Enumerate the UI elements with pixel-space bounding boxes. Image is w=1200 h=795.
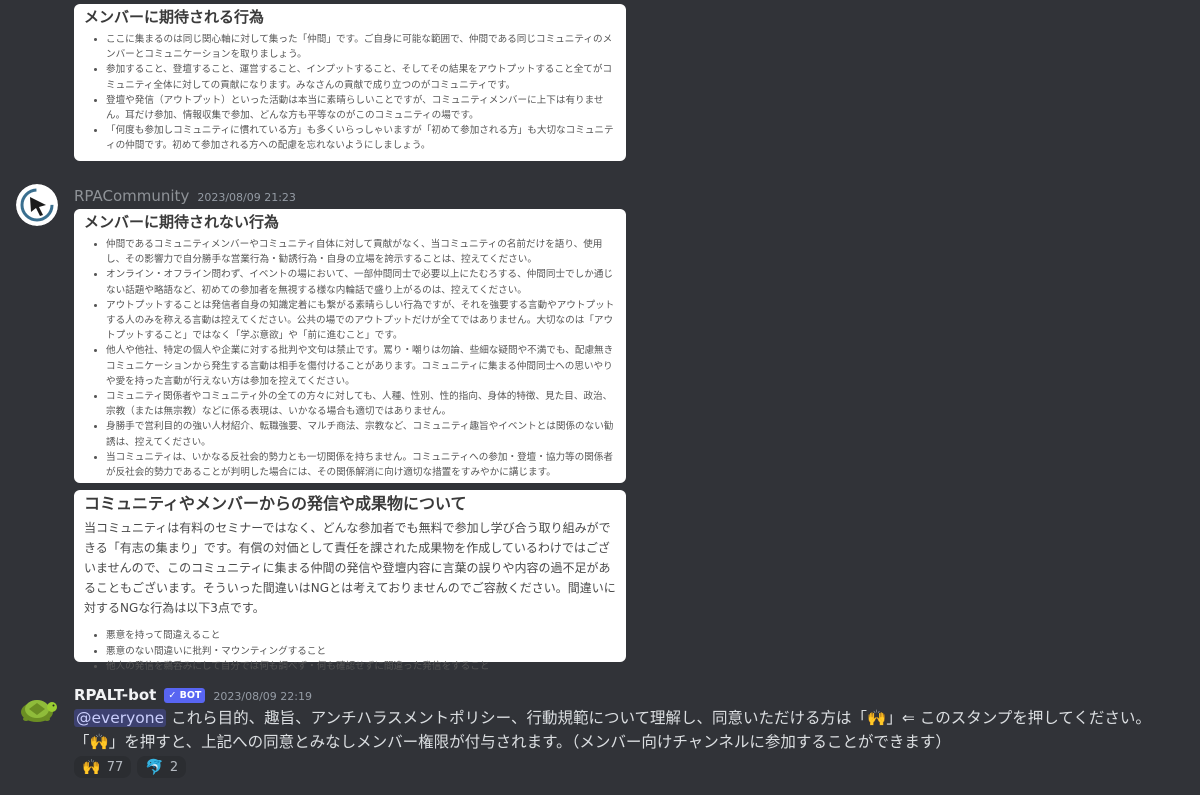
embed-card-unexpected-behavior: メンバーに期待されない行為 仲間であるコミュニティメンバーやコミュニティ自体に対… [74, 209, 626, 483]
list-item: 「何度も参加しコミュニティに慣れている方」も多くいらっしゃいますが「初めて参加さ… [106, 123, 616, 153]
list-item: 他人の発信を鵜呑みにして自分では何も調べず・何も確認せずに間違った発信をすること [106, 659, 616, 675]
message-header: RPALT-bot ✓ BOT 2023/08/09 22:19 [74, 686, 312, 704]
card-list: 悪意を持って間違えること 悪意のない間違いに批判・マウンティングすること 他人の… [84, 628, 616, 675]
list-item: 悪意のない間違いに批判・マウンティングすること [106, 644, 616, 660]
reaction-count: 77 [106, 759, 124, 775]
bot-badge: ✓ BOT [164, 687, 206, 703]
list-item: 当コミュニティは、いかなる反社会的勢力とも一切関係を持ちません。コミュニティへの… [106, 450, 616, 480]
list-item: オンライン・オフライン問わず、イベントの場において、一部仲間同士で必要以上にたむ… [106, 267, 616, 297]
embed-card-outputs: コミュニティやメンバーからの発信や成果物について 当コミュニティは有料のセミナー… [74, 490, 626, 672]
embed-card-expected-behavior: メンバーに期待される行為 ここに集まるのは同じ関心軸に対して集った「仲間」です。… [74, 4, 626, 161]
list-item: 身勝手で営利目的の強い人材紹介、転職強要、マルチ商法、宗教など、コミュニティ趣旨… [106, 419, 616, 449]
reaction-raised-hands[interactable]: 🙌 77 [74, 756, 132, 778]
message-text: これら目的、趣旨、アンチハラスメントポリシー、行動規範について理解し、同意いただ… [74, 709, 1151, 751]
card-title: メンバーに期待されない行為 [84, 213, 280, 231]
everyone-mention[interactable]: @everyone [74, 709, 167, 727]
list-item: 他人や他社、特定の個人や企業に対する批判や文句は禁止です。罵り・嘲りは勿論、些細… [106, 343, 616, 389]
reaction-dolphin[interactable]: 🐬 2 [137, 756, 187, 778]
card-list: ここに集まるのは同じ関心軸に対して集った「仲間」です。ご自身に可能な範囲で、仲間… [84, 32, 616, 154]
list-item: ここに集まるのは同じ関心軸に対して集った「仲間」です。ご自身に可能な範囲で、仲間… [106, 32, 616, 62]
card-body: 当コミュニティは有料のセミナーではなく、どんな参加者でも無料で参加し学び合う取り… [84, 521, 616, 615]
timestamp: 2023/08/09 22:19 [213, 690, 313, 703]
dolphin-icon: 🐬 [145, 758, 164, 776]
raised-hands-icon: 🙌 [82, 758, 101, 776]
message-header: RPACommunity 2023/08/09 21:23 [74, 187, 296, 205]
card-title: メンバーに期待される行為 [84, 8, 265, 26]
reaction-count: 2 [169, 759, 179, 775]
username[interactable]: RPALT-bot [74, 686, 156, 704]
list-item: 悪意を持って間違えること [106, 628, 616, 644]
timestamp: 2023/08/09 21:23 [197, 191, 296, 204]
username[interactable]: RPACommunity [74, 187, 189, 205]
card-title: コミュニティやメンバーからの発信や成果物について [84, 494, 467, 513]
rpacommunity-avatar[interactable] [16, 184, 58, 226]
list-item: コミュニティ関係者やコミュニティ外の全ての方々に対しても、人種、性別、性的指向、… [106, 389, 616, 419]
card-list: 仲間であるコミュニティメンバーやコミュニティ自体に対して貢献がなく、当コミュニテ… [84, 237, 616, 480]
message-content: @everyone これら目的、趣旨、アンチハラスメントポリシー、行動規範につい… [74, 706, 1184, 754]
reactions-bar: 🙌 77 🐬 2 [74, 756, 187, 778]
list-item: 登壇や発信（アウトプット）といった活動は本当に素晴らしいことですが、コミュニティ… [106, 93, 616, 123]
list-item: 参加すること、登壇すること、運営すること、インプットすること、そしてその結果をア… [106, 62, 616, 92]
rpalt-bot-avatar[interactable] [16, 686, 58, 728]
list-item: 仲間であるコミュニティメンバーやコミュニティ自体に対して貢献がなく、当コミュニテ… [106, 237, 616, 267]
list-item: アウトプットすることは発信者自身の知識定着にも繋がる素晴らしい行為ですが、それを… [106, 298, 616, 344]
